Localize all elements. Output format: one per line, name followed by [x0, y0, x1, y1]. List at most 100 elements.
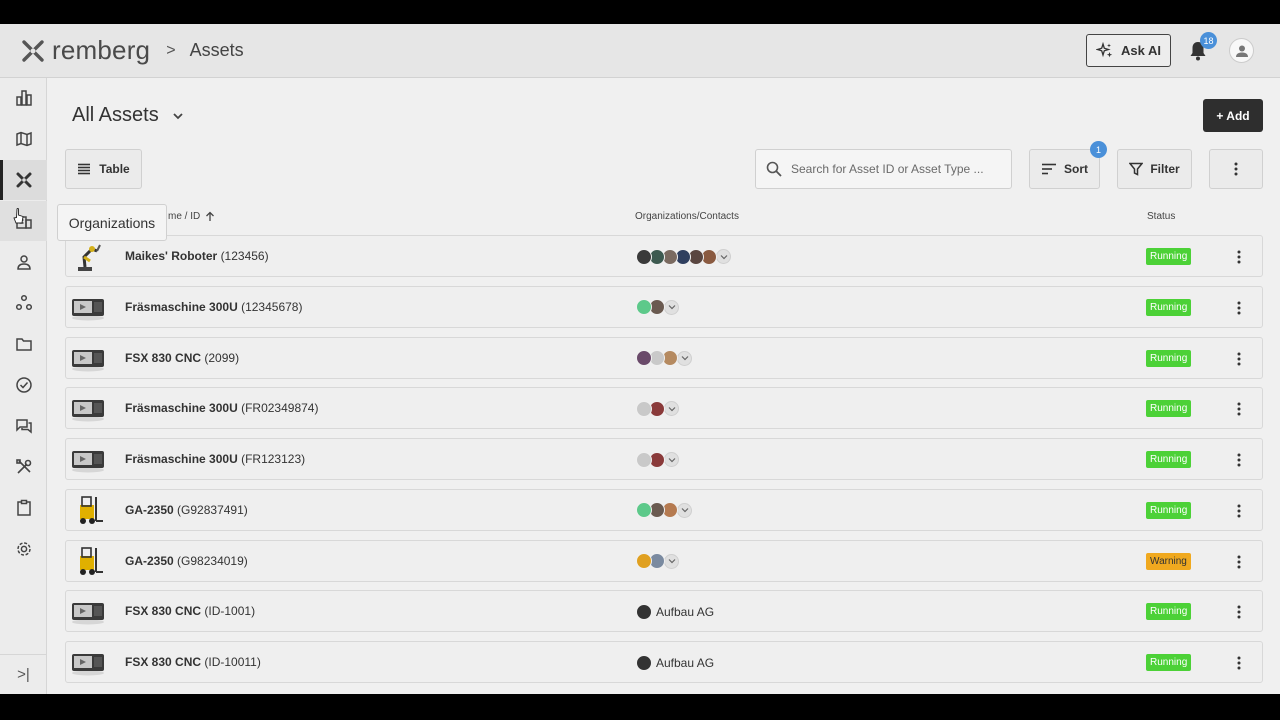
chevron-down-icon[interactable]	[664, 452, 679, 467]
filter-icon	[1129, 162, 1144, 176]
asset-thumbnail	[70, 239, 106, 273]
sort-button[interactable]: Sort	[1029, 149, 1100, 189]
organizations-contacts[interactable]	[636, 400, 679, 417]
search-input[interactable]	[791, 162, 991, 176]
breadcrumb-assets[interactable]: Assets	[190, 40, 244, 61]
sidebar-item-contacts[interactable]	[0, 242, 47, 282]
sort-label: Sort	[1064, 162, 1088, 176]
row-more-button[interactable]	[1231, 653, 1247, 673]
chevron-down-icon[interactable]	[664, 553, 679, 569]
view-mode-button[interactable]: Table	[65, 149, 142, 189]
app-window: remberg > Assets Ask AI 18 >| Organizati…	[0, 24, 1280, 694]
row-more-button[interactable]	[1231, 349, 1247, 369]
sidebar-item-dashboard[interactable]	[0, 78, 47, 118]
chevron-down-icon[interactable]	[664, 299, 679, 315]
map-icon	[15, 131, 32, 147]
asset-name-id[interactable]: Fräsmaschine 300U (FR123123)	[125, 452, 305, 466]
table-row[interactable]: GA-2350 (G98234019) Warning	[65, 539, 1263, 582]
organizations-contacts[interactable]	[636, 502, 692, 519]
organizations-contacts[interactable]	[636, 350, 692, 367]
table-row[interactable]: Maikes' Roboter (123456) Running	[65, 235, 1263, 277]
sidebar-item-files[interactable]	[0, 324, 47, 364]
row-more-button[interactable]	[1231, 247, 1247, 267]
table-row[interactable]: Fräsmaschine 300U (12345678) Running	[65, 285, 1263, 328]
asset-name-id[interactable]: GA-2350 (G98234019)	[125, 554, 248, 568]
sidebar-item-forms[interactable]	[0, 488, 47, 528]
asset-name: GA-2350	[125, 502, 174, 517]
column-header-status[interactable]: Status	[1147, 211, 1175, 222]
organizations-contacts[interactable]	[636, 248, 731, 265]
cnc-icon	[72, 603, 104, 625]
row-more-button[interactable]	[1231, 399, 1247, 419]
more-vertical-icon	[1237, 504, 1241, 518]
organizations-contacts[interactable]: Aufbau AG	[636, 603, 714, 620]
asset-name-id[interactable]: FSX 830 CNC (ID-1001)	[125, 604, 255, 618]
more-vertical-icon	[1237, 352, 1241, 365]
chevron-down-icon[interactable]	[677, 502, 692, 518]
organizations-contacts[interactable]	[636, 451, 679, 468]
column-header-name[interactable]: me / ID	[168, 211, 215, 222]
avatar	[636, 350, 652, 366]
row-more-button[interactable]	[1231, 298, 1247, 318]
table-row[interactable]: FSX 830 CNC (ID-1001) Aufbau AG Running	[65, 590, 1263, 633]
view-selector[interactable]: All Assets	[72, 104, 185, 127]
tasks-check-icon	[15, 377, 32, 393]
remberg-logo[interactable]: remberg	[20, 35, 150, 66]
asset-name-id[interactable]: Maikes' Roboter (123456)	[125, 249, 269, 263]
chevron-down-icon[interactable]	[677, 350, 692, 366]
table-row[interactable]: FSX 830 CNC (ID-10011) Aufbau AG Running	[65, 641, 1263, 683]
chevron-down-icon[interactable]	[664, 401, 679, 417]
table-row[interactable]: GA-2350 (G92837491) Running	[65, 488, 1263, 531]
status-badge: Running	[1146, 501, 1192, 519]
sidebar-item-settings[interactable]	[0, 529, 47, 569]
asset-id: (ID-1001)	[204, 604, 256, 619]
row-more-button[interactable]	[1231, 552, 1247, 572]
column-header-orgs[interactable]: Organizations/Contacts	[635, 211, 739, 222]
avatar	[636, 400, 652, 417]
status-badge: Running	[1146, 248, 1192, 265]
row-more-button[interactable]	[1231, 450, 1247, 470]
organizations-contacts[interactable]: Aufbau AG	[636, 654, 714, 671]
asset-thumbnail	[70, 645, 106, 679]
asset-name-id[interactable]: GA-2350 (G92837491)	[125, 503, 248, 517]
organizations-contacts[interactable]	[636, 299, 679, 316]
asset-name-id[interactable]: Fräsmaschine 300U (12345678)	[125, 300, 302, 314]
user-avatar-icon	[1235, 45, 1248, 57]
asset-thumbnail	[70, 594, 106, 628]
table-row[interactable]: Fräsmaschine 300U (FR123123) Running	[65, 438, 1263, 480]
user-menu-button[interactable]	[1229, 38, 1254, 63]
asset-name-id[interactable]: FSX 830 CNC (ID-10011)	[125, 655, 261, 669]
cnc-icon	[72, 451, 104, 473]
row-more-button[interactable]	[1231, 501, 1247, 521]
asset-thumbnail	[70, 442, 106, 476]
organizations-contacts[interactable]	[636, 553, 679, 570]
status-badge: Running	[1146, 603, 1192, 621]
add-asset-button[interactable]: + Add	[1203, 99, 1263, 132]
asset-name: GA-2350	[125, 553, 174, 568]
notification-badge: 18	[1200, 32, 1217, 49]
asset-id: (ID-10011)	[204, 655, 261, 669]
table-row[interactable]: FSX 830 CNC (2099) Running	[65, 336, 1263, 379]
row-more-button[interactable]	[1231, 602, 1247, 622]
asset-name-id[interactable]: FSX 830 CNC (2099)	[125, 351, 239, 365]
sidebar-item-work-orders[interactable]	[0, 447, 47, 487]
sidebar-item-assets[interactable]	[0, 160, 47, 200]
more-options-button[interactable]	[1209, 149, 1263, 189]
asset-thumbnail	[70, 544, 106, 578]
dashboard-chart-icon	[15, 90, 32, 106]
asset-thumbnail	[70, 493, 106, 527]
status-badge: Warning	[1146, 552, 1191, 570]
settings-gear-icon	[16, 542, 31, 556]
table-row[interactable]: Fräsmaschine 300U (FR02349874) Running	[65, 387, 1263, 430]
logo-text: remberg	[52, 35, 151, 65]
search-box[interactable]	[755, 149, 1012, 189]
ask-ai-button[interactable]: Ask AI	[1086, 34, 1171, 67]
filter-button[interactable]: Filter	[1117, 149, 1192, 189]
chevron-down-icon[interactable]	[716, 249, 731, 264]
asset-name-id[interactable]: Fräsmaschine 300U (FR02349874)	[125, 401, 318, 415]
sidebar-item-workflows[interactable]	[0, 283, 47, 323]
sidebar-item-tickets[interactable]	[0, 406, 47, 446]
sidebar-item-tasks[interactable]	[0, 365, 47, 405]
sidebar-item-map[interactable]	[0, 119, 47, 159]
sidebar-expand-button[interactable]: >|	[0, 654, 47, 694]
